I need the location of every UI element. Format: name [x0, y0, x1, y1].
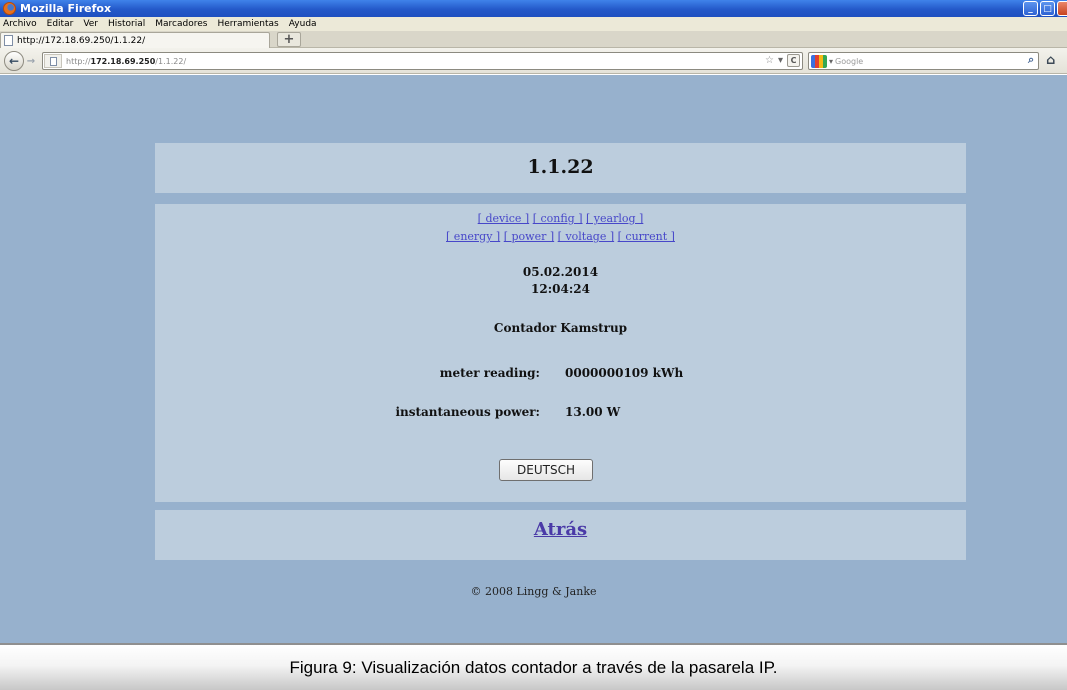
meter-reading-label: meter reading: [439, 366, 540, 380]
tab-strip: http://172.18.69.250/1.1.22/ + [0, 31, 1067, 48]
maximize-button[interactable]: □ [1040, 1, 1055, 16]
menu-bar: Archivo Editar Ver Historial Marcadores … [0, 17, 1067, 31]
window-titlebar: Mozilla Firefox _ □ [0, 0, 1067, 17]
window-title: Mozilla Firefox [20, 2, 112, 15]
link-config[interactable]: [ config ] [533, 212, 583, 225]
url-path: /1.1.22/ [155, 56, 187, 66]
main-panel: [ device ] [ config ] [ yearlog ] [ ener… [155, 204, 966, 502]
figure-caption: Figura 9: Visualización datos contador a… [0, 643, 1067, 690]
bookmark-star-icon[interactable]: ☆ [765, 55, 774, 66]
url-bar[interactable]: http://172.18.69.250/1.1.22/ ☆ ▾ C [42, 52, 803, 70]
page-title: 1.1.22 [527, 156, 594, 178]
menu-archivo[interactable]: Archivo [3, 19, 37, 29]
nav-links-row-2: [ energy ] [ power ] [ voltage ] [ curre… [155, 230, 966, 243]
tab-label: http://172.18.69.250/1.1.22/ [17, 35, 146, 46]
date-text: 05.02.2014 [522, 265, 599, 279]
search-bar[interactable]: ▾ Google [808, 52, 1039, 70]
minimize-button[interactable]: _ [1023, 1, 1038, 16]
tab-current[interactable]: http://172.18.69.250/1.1.22/ [0, 32, 270, 48]
link-yearlog[interactable]: [ yearlog ] [586, 212, 643, 225]
page-icon [4, 35, 13, 46]
menu-editar[interactable]: Editar [47, 19, 74, 29]
window-controls: _ □ [1023, 1, 1067, 16]
link-power[interactable]: [ power ] [504, 230, 554, 243]
close-button[interactable] [1057, 1, 1067, 16]
reload-button[interactable]: C [787, 54, 800, 67]
navigation-bar: ← → http://172.18.69.250/1.1.22/ ☆ ▾ C ▾… [0, 48, 1067, 74]
home-icon[interactable]: ⌂ [1046, 53, 1055, 68]
menu-ayuda[interactable]: Ayuda [289, 19, 317, 29]
copyright-text: © 2008 Lingg & Janke [470, 585, 597, 598]
new-tab-button[interactable]: + [277, 32, 301, 47]
url-prefix: http:// [66, 56, 91, 66]
history-dropdown-icon[interactable]: ▾ [778, 55, 783, 66]
title-panel: 1.1.22 [155, 143, 966, 193]
time-text: 12:04:24 [531, 282, 590, 296]
instantaneous-power-label: instantaneous power: [395, 405, 540, 419]
firefox-logo-icon [3, 2, 16, 15]
search-placeholder: Google [835, 56, 864, 66]
instantaneous-power-value: 13.00 W [565, 405, 621, 419]
back-link-container: Atrás [155, 519, 966, 540]
menu-historial[interactable]: Historial [108, 19, 145, 29]
search-magnifier-icon[interactable]: ⌕ [1028, 53, 1034, 67]
url-host: 172.18.69.250 [90, 56, 156, 66]
url-bar-actions: ☆ ▾ C [765, 54, 800, 67]
meter-reading-value: 0000000109 kWh [565, 366, 684, 380]
link-current[interactable]: [ current ] [618, 230, 675, 243]
menu-ver[interactable]: Ver [83, 19, 98, 29]
menu-herramientas[interactable]: Herramientas [217, 19, 278, 29]
back-button[interactable]: ← [4, 51, 24, 71]
search-engine-dropdown-icon[interactable]: ▾ [829, 57, 833, 66]
nav-links-row-1: [ device ] [ config ] [ yearlog ] [155, 212, 966, 225]
back-panel: Atrás [155, 510, 966, 560]
menu-marcadores[interactable]: Marcadores [155, 19, 207, 29]
meter-title: Contador Kamstrup [493, 321, 628, 335]
back-link[interactable]: Atrás [534, 519, 587, 540]
site-identity-icon[interactable] [44, 54, 62, 68]
language-button[interactable]: DEUTSCH [499, 459, 593, 481]
link-voltage[interactable]: [ voltage ] [558, 230, 614, 243]
page-viewport: 1.1.22 [ device ] [ config ] [ yearlog ]… [0, 75, 1067, 643]
forward-button[interactable]: → [24, 54, 38, 68]
link-energy[interactable]: [ energy ] [446, 230, 500, 243]
google-engine-icon[interactable] [811, 54, 827, 68]
link-device[interactable]: [ device ] [478, 212, 530, 225]
